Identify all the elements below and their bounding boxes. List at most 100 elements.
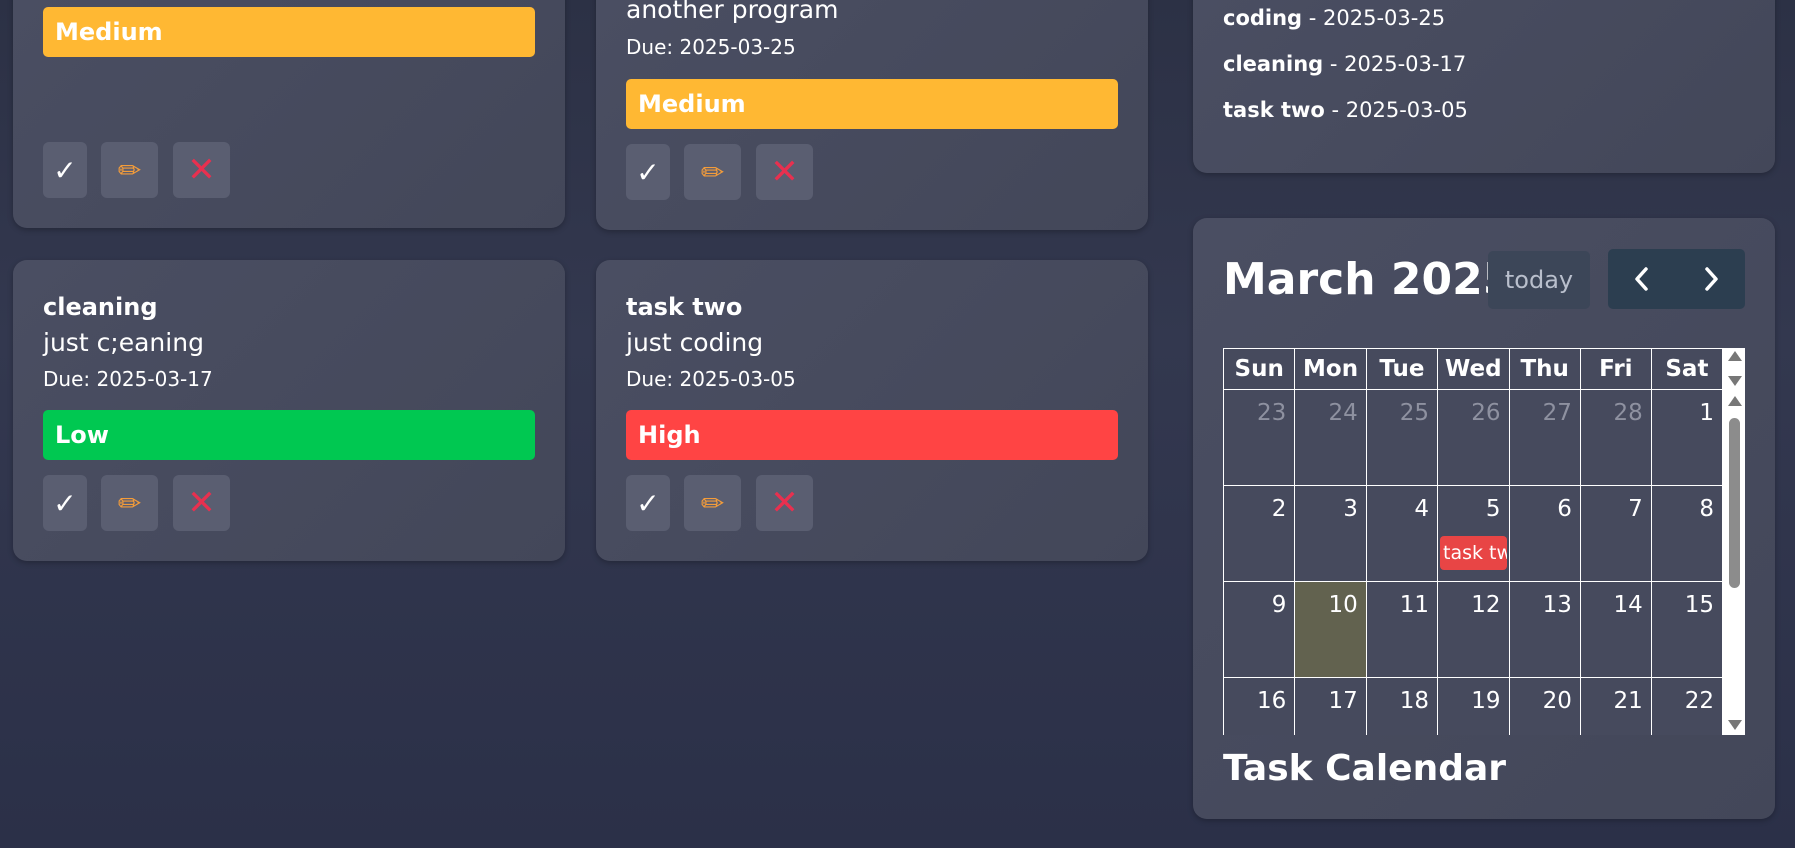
- upcoming-item: coding - 2025-03-25: [1223, 6, 1445, 30]
- day-number: 17: [1328, 688, 1358, 714]
- scroll-down-icon[interactable]: [1728, 376, 1742, 386]
- cross-icon: ✕: [770, 152, 799, 192]
- day-cell[interactable]: 3: [1294, 485, 1367, 582]
- calendar-scrollbar[interactable]: [1723, 348, 1745, 735]
- today-button[interactable]: today: [1488, 251, 1590, 309]
- weekday-header: Wed: [1437, 348, 1510, 390]
- day-cell[interactable]: 23: [1223, 389, 1296, 486]
- day-cell[interactable]: 19: [1437, 677, 1510, 735]
- edit-button[interactable]: ✏: [101, 475, 158, 531]
- calendar-table: Sun Mon Tue Wed Thu Fri Sat 23 24 25 26 …: [1223, 348, 1724, 735]
- upcoming-item-date: - 2025-03-05: [1324, 98, 1468, 122]
- day-cell[interactable]: 20: [1508, 677, 1581, 735]
- calendar-event[interactable]: task two: [1440, 536, 1507, 570]
- edit-button[interactable]: ✏: [684, 475, 741, 531]
- day-number: 23: [1257, 400, 1287, 426]
- day-number: 26: [1471, 400, 1501, 426]
- weekday-header: Mon: [1294, 348, 1367, 390]
- upcoming-item-date: - 2025-03-25: [1302, 6, 1446, 30]
- calendar-nav: [1608, 249, 1745, 309]
- day-cell[interactable]: 27: [1508, 389, 1581, 486]
- day-cell[interactable]: 1: [1650, 389, 1724, 486]
- prev-month-button[interactable]: [1608, 249, 1677, 309]
- calendar-footer-title: Task Calendar: [1223, 748, 1507, 789]
- check-icon: ✓: [53, 486, 77, 520]
- day-number: 10: [1328, 592, 1358, 618]
- scroll-up-icon[interactable]: [1728, 396, 1742, 406]
- day-cell[interactable]: 13: [1508, 581, 1581, 678]
- scroll-down-icon[interactable]: [1728, 720, 1742, 730]
- day-cell[interactable]: 15: [1650, 581, 1724, 678]
- chevron-right-icon: [1705, 267, 1718, 291]
- day-number: 5: [1485, 496, 1501, 522]
- task-card: another program Due: 2025-03-25 Medium ✓…: [596, 0, 1148, 230]
- day-cell[interactable]: 16: [1223, 677, 1296, 735]
- complete-button[interactable]: ✓: [43, 475, 87, 531]
- day-number: 6: [1557, 496, 1572, 522]
- edit-button[interactable]: ✏: [684, 144, 741, 200]
- weekday-header: Tue: [1365, 348, 1439, 390]
- upcoming-item-name: coding: [1223, 6, 1303, 30]
- check-icon: ✓: [636, 155, 660, 189]
- day-number: 1: [1699, 400, 1714, 426]
- day-number: 24: [1328, 400, 1358, 426]
- day-cell[interactable]: 14: [1579, 581, 1652, 678]
- pencil-icon: ✏: [700, 486, 725, 520]
- task-title: cleaning: [43, 293, 158, 321]
- day-cell[interactable]: 2: [1223, 485, 1296, 582]
- day-cell[interactable]: 6: [1508, 485, 1581, 582]
- delete-button[interactable]: ✕: [756, 144, 813, 200]
- delete-button[interactable]: ✕: [173, 142, 230, 198]
- task-title: task two: [626, 293, 743, 321]
- task-description: another program: [626, 0, 839, 24]
- priority-badge: Medium: [43, 7, 535, 57]
- day-cell[interactable]: 7: [1579, 485, 1652, 582]
- task-card: Medium ✓ ✏ ✕: [13, 0, 565, 228]
- scrollbar-thumb[interactable]: [1729, 418, 1740, 588]
- day-number: 22: [1684, 688, 1714, 714]
- task-due-date: Due: 2025-03-25: [626, 35, 796, 59]
- day-cell[interactable]: 26: [1437, 389, 1510, 486]
- day-cell[interactable]: 18: [1365, 677, 1439, 735]
- day-cell[interactable]: 21: [1579, 677, 1652, 735]
- day-number: 3: [1343, 496, 1358, 522]
- pencil-icon: ✏: [700, 155, 725, 189]
- check-icon: ✓: [53, 153, 77, 187]
- complete-button[interactable]: ✓: [626, 144, 670, 200]
- day-cell[interactable]: 28: [1579, 389, 1652, 486]
- task-due-date: Due: 2025-03-05: [626, 367, 796, 391]
- weekday-header: Sat: [1650, 348, 1724, 390]
- day-cell[interactable]: 9: [1223, 581, 1296, 678]
- complete-button[interactable]: ✓: [626, 475, 670, 531]
- delete-button[interactable]: ✕: [173, 475, 230, 531]
- cross-icon: ✕: [187, 150, 216, 190]
- day-cell[interactable]: 25: [1365, 389, 1439, 486]
- calendar-grid: Sun Mon Tue Wed Thu Fri Sat 23 24 25 26 …: [1223, 348, 1745, 735]
- day-number: 11: [1399, 592, 1430, 618]
- day-cell[interactable]: 17: [1294, 677, 1367, 735]
- day-number: 9: [1271, 592, 1287, 618]
- day-number: 7: [1628, 496, 1643, 522]
- day-cell[interactable]: 5 task two: [1437, 485, 1510, 582]
- next-month-button[interactable]: [1677, 249, 1746, 309]
- day-cell[interactable]: 12: [1437, 581, 1510, 678]
- edit-button[interactable]: ✏: [101, 142, 158, 198]
- task-card: cleaning just c;eaning Due: 2025-03-17 L…: [13, 260, 565, 561]
- delete-button[interactable]: ✕: [756, 475, 813, 531]
- upcoming-item-date: - 2025-03-17: [1323, 52, 1467, 76]
- upcoming-tasks-panel: coding - 2025-03-25 cleaning - 2025-03-1…: [1193, 0, 1775, 173]
- day-cell[interactable]: 24: [1294, 389, 1367, 486]
- calendar-panel: March 2025 today Sun Mon Tue Wed Thu Fri…: [1193, 218, 1775, 819]
- day-cell[interactable]: 11: [1365, 581, 1439, 678]
- task-card: task two just coding Due: 2025-03-05 Hig…: [596, 260, 1148, 561]
- day-cell-today[interactable]: 10: [1294, 581, 1367, 678]
- day-number: 14: [1613, 592, 1643, 618]
- priority-badge: Low: [43, 410, 535, 460]
- day-cell[interactable]: 8: [1650, 485, 1724, 582]
- day-cell[interactable]: 4: [1365, 485, 1439, 582]
- day-number: 16: [1257, 688, 1287, 714]
- day-cell[interactable]: 22: [1650, 677, 1724, 735]
- scroll-up-icon[interactable]: [1728, 351, 1742, 361]
- complete-button[interactable]: ✓: [43, 142, 87, 198]
- calendar-month-title: March 2025: [1223, 254, 1514, 305]
